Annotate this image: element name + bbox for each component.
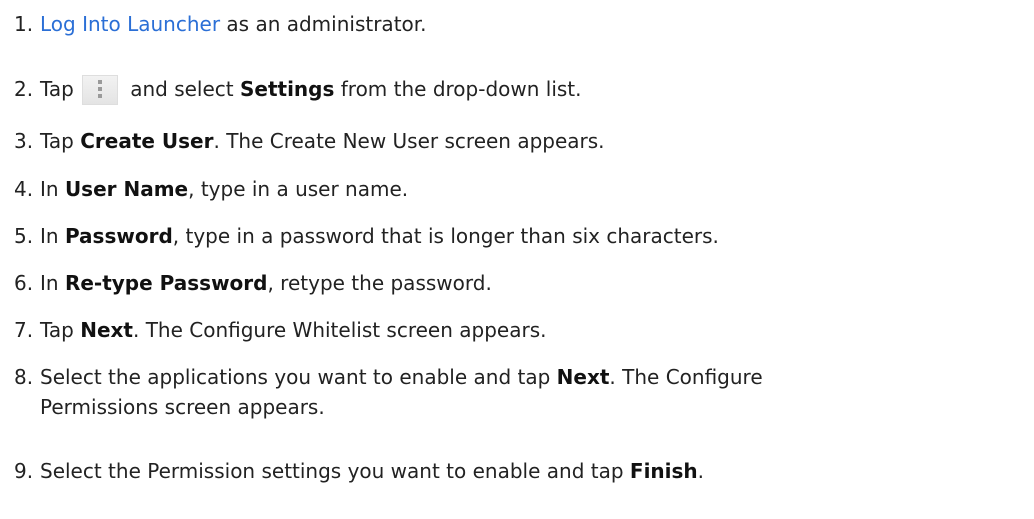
step-text-pre: In — [40, 177, 65, 201]
step-8: 8. Select the applications you want to e… — [14, 362, 1030, 422]
step-4: 4. In User Name, type in a user name. — [14, 174, 1030, 204]
next-term: Next — [80, 318, 133, 342]
step-text: In Password, type in a password that is … — [40, 221, 719, 251]
step-text-after: . — [697, 459, 705, 483]
step-text-after: . The Configure Whitelist screen appears… — [132, 318, 547, 342]
more-vert-icon — [81, 75, 118, 105]
step-text: Log Into Launcher as an administrator. — [40, 9, 427, 39]
step-3: 3. Tap Create User. The Create New User … — [14, 126, 1030, 156]
log-into-launcher-link[interactable]: Log Into Launcher — [40, 12, 220, 36]
step-text: In User Name, type in a user name. — [40, 174, 408, 204]
retype-password-term: Re-type Password — [64, 271, 268, 295]
step-6: 6. In Re-type Password, retype the passw… — [14, 268, 1030, 298]
step-text-after: , retype the password. — [267, 271, 492, 295]
finish-term: Finish — [629, 459, 698, 483]
step-7: 7. Tap Next. The Configure Whitelist scr… — [14, 315, 1030, 345]
step-number: 2. — [14, 77, 34, 101]
settings-term: Settings — [239, 77, 335, 101]
step-text-pre: In — [40, 224, 65, 248]
step-5: 5. In Password, type in a password that … — [14, 221, 1030, 251]
step-text: Select the applications you want to enab… — [40, 362, 763, 422]
step-text-line2: Permissions screen appears. — [40, 395, 325, 419]
create-user-term: Create User — [80, 129, 214, 153]
user-name-term: User Name — [64, 177, 189, 201]
next-term: Next — [556, 365, 610, 389]
step-text-after: , type in a user name. — [188, 177, 409, 201]
step-number: 7. — [14, 318, 34, 342]
step-number: 1. — [14, 12, 34, 36]
step-text-pre: Tap — [40, 318, 81, 342]
step-text-after: . The Configure — [609, 365, 763, 389]
step-text: Tap Create User. The Create New User scr… — [40, 126, 605, 156]
step-number: 9. — [14, 459, 34, 483]
step-text-pre: Tap — [40, 77, 74, 101]
step-number: 6. — [14, 271, 34, 295]
step-text: Select the Permission settings you want … — [40, 456, 704, 486]
step-text-after: as an administrator. — [220, 12, 427, 36]
step-text-pre: In — [40, 271, 65, 295]
step-number: 3. — [14, 129, 34, 153]
step-number: 5. — [14, 224, 34, 248]
step-text-after: from the drop-down list. — [334, 77, 582, 101]
step-text: Tap and select Settings from the drop-do… — [40, 74, 582, 105]
step-number: 4. — [14, 177, 34, 201]
step-text-pre: Tap — [40, 129, 81, 153]
step-text-mid: and select — [123, 77, 240, 101]
step-text-after: , type in a password that is longer than… — [172, 224, 719, 248]
step-1: 1. Log Into Launcher as an administrator… — [14, 9, 1030, 39]
step-text: In Re-type Password, retype the password… — [40, 268, 492, 298]
step-text-after: . The Create New User screen appears. — [213, 129, 605, 153]
step-2: 2. Tap and select Settings from the drop… — [14, 74, 1030, 105]
password-term: Password — [64, 224, 173, 248]
step-number: 8. — [14, 365, 34, 389]
step-9: 9. Select the Permission settings you wa… — [14, 456, 1030, 486]
step-text-pre: Select the applications you want to enab… — [40, 365, 557, 389]
step-text-pre: Select the Permission settings you want … — [40, 459, 630, 483]
step-text: Tap Next. The Configure Whitelist screen… — [40, 315, 546, 345]
